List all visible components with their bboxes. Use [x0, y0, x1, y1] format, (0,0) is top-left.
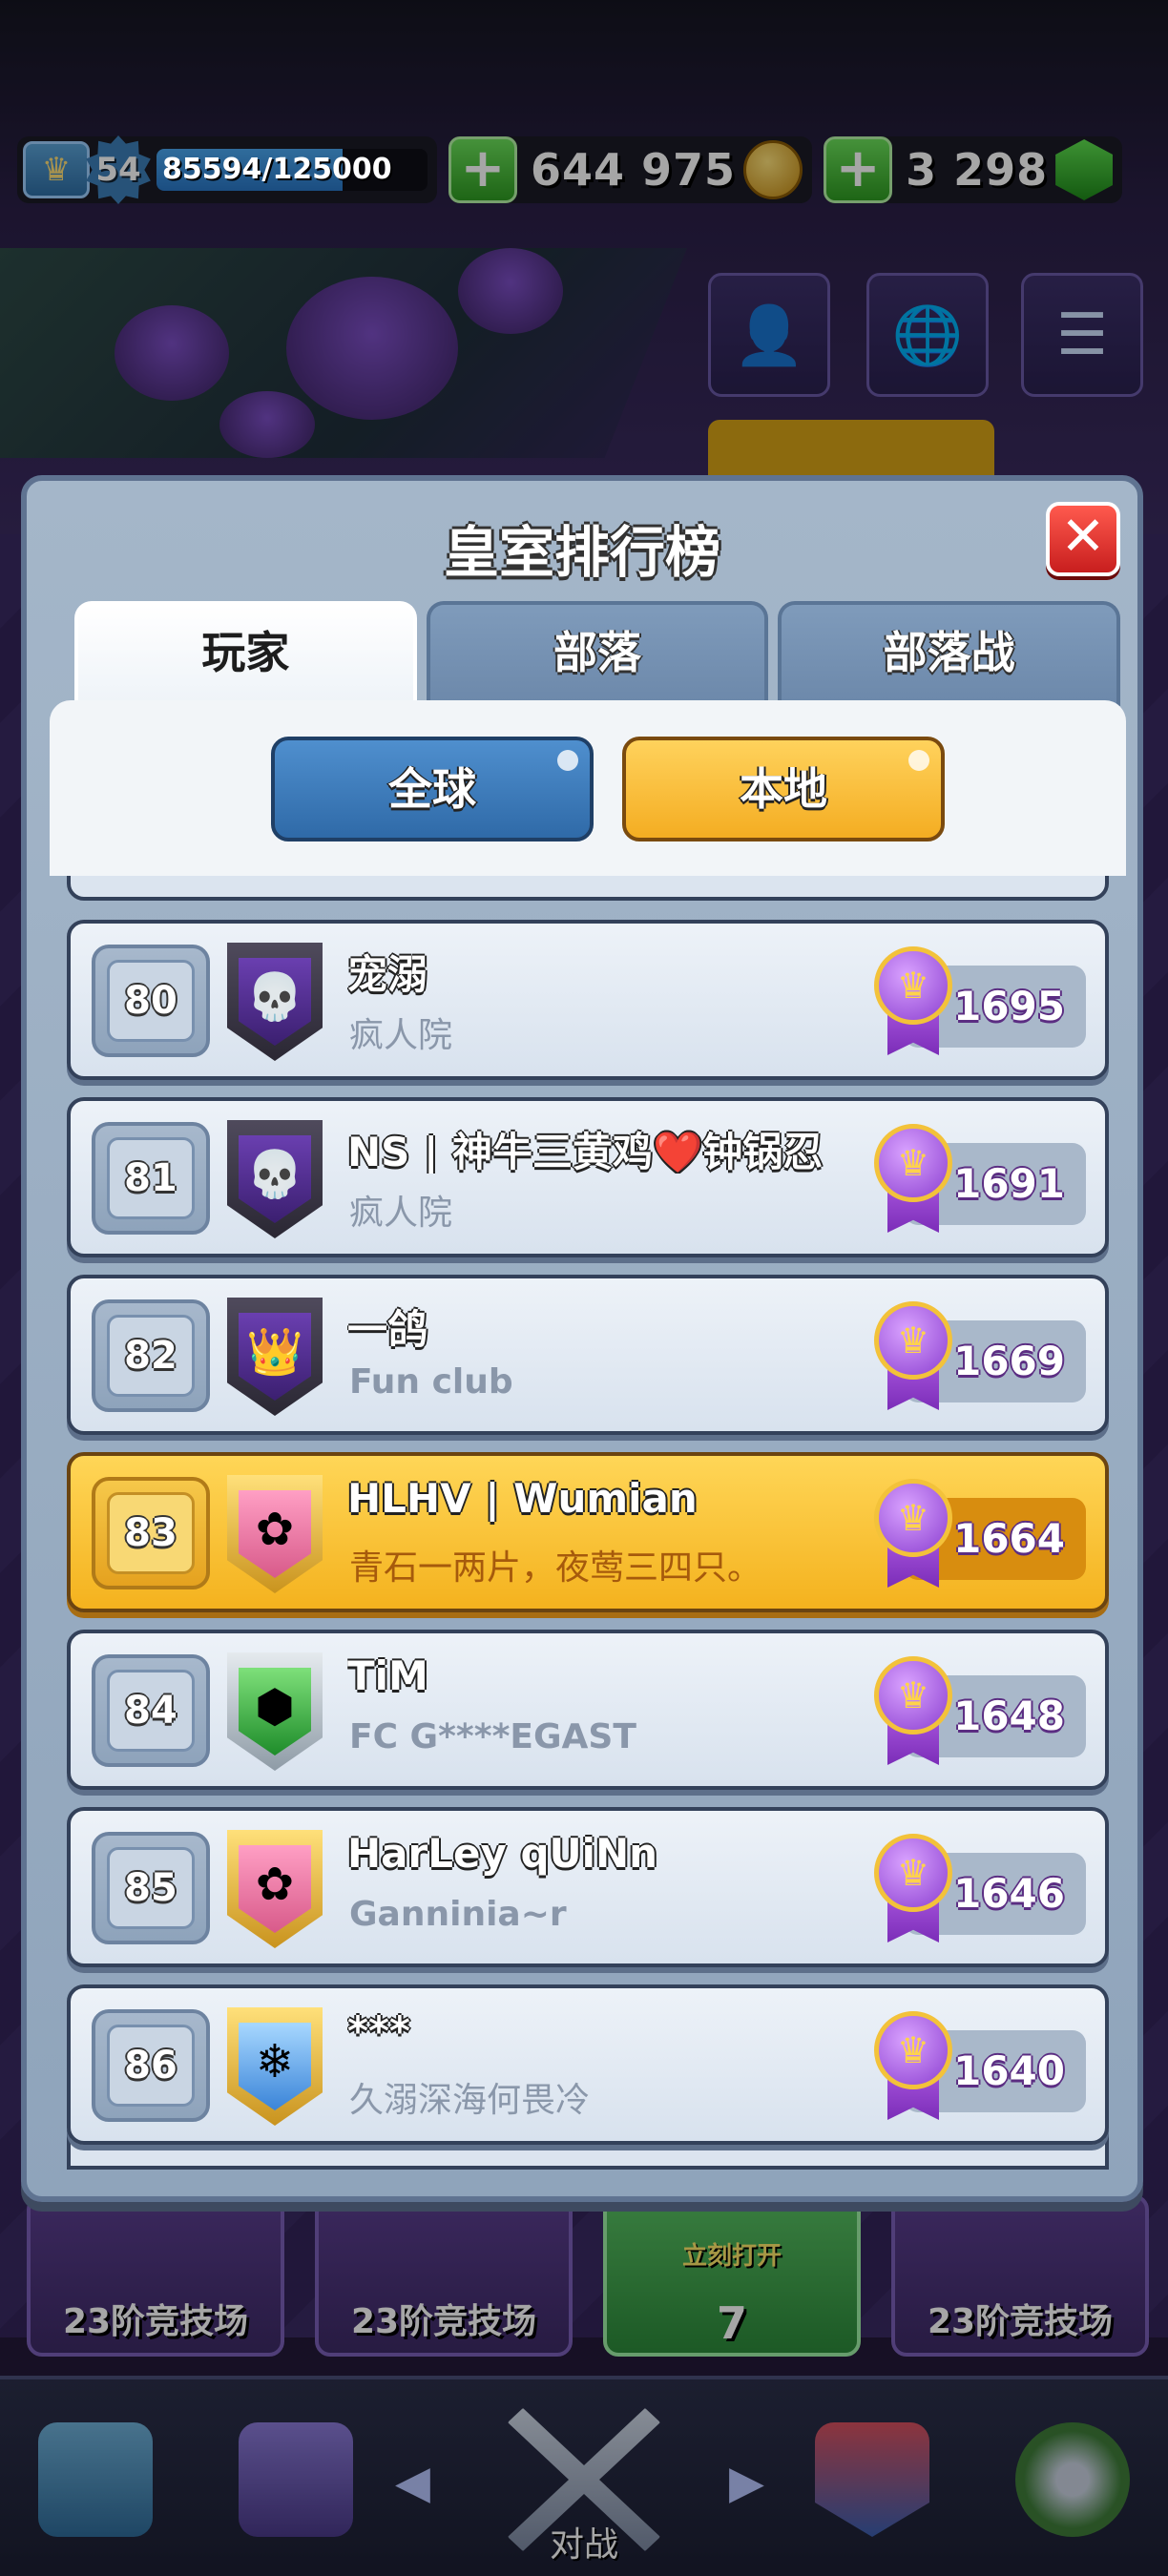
local-button[interactable]: 本地: [622, 737, 945, 841]
trophy-medal-icon: ♛: [874, 1124, 952, 1235]
clan-badge-icon: ✿: [227, 1475, 323, 1593]
clan-name: 疯人院: [349, 1016, 453, 1055]
trophy-medal-icon: ♛: [874, 2011, 952, 2122]
rank-number: 85: [107, 1847, 195, 1929]
clan-emblem-icon: ✿: [255, 1858, 295, 1911]
leaderboard-tabs: 玩家 部落 部落战: [74, 601, 1121, 706]
clan-name: 青石一两片，夜莺三四只。: [349, 1548, 762, 1588]
clan-emblem-icon: 👑: [246, 1325, 303, 1379]
clan-badge-icon: 👑: [227, 1298, 323, 1416]
rank-box: 83: [92, 1477, 210, 1589]
rank-box: 82: [92, 1299, 210, 1412]
rank-box: 86: [92, 2009, 210, 2122]
clan-name: 久溺深海何畏冷: [349, 2081, 591, 2120]
clan-emblem-icon: 💀: [246, 970, 303, 1024]
player-name: TiM: [347, 1652, 428, 1699]
trophy-medal-icon: ♛: [874, 1479, 952, 1589]
rank-box: 84: [92, 1654, 210, 1767]
rank-number: 82: [107, 1315, 195, 1397]
clan-badge-icon: ⬢: [227, 1652, 323, 1771]
xp-progress-bar: 85594/125000: [156, 149, 428, 191]
player-name: 宠溺: [347, 951, 428, 996]
leaderboard-row[interactable]: 86 ❄ *** 久溺深海何畏冷 1640 ♛: [67, 1984, 1109, 2145]
clan-name: Ganninia~r: [349, 1895, 567, 1934]
clan-badge-inner: ✿: [239, 1845, 311, 1933]
medal-crown-icon: ♛: [874, 1656, 952, 1735]
rank-number: 81: [107, 1137, 195, 1219]
close-button[interactable]: ✕: [1046, 502, 1120, 576]
clan-badge-inner: 💀: [239, 958, 311, 1046]
button-shine: [908, 750, 929, 771]
clan-name: 疯人院: [349, 1194, 453, 1233]
clan-badge-icon: 💀: [227, 943, 323, 1061]
clan-badge-inner: 💀: [239, 1135, 311, 1223]
local-button-label: 本地: [740, 763, 827, 815]
clan-name: FC G****EGAST: [349, 1717, 636, 1756]
clan-name: Fun club: [349, 1362, 513, 1402]
player-name: NS | 神牛三黄鸡❤️钟锅忍: [347, 1129, 824, 1174]
button-shine: [557, 750, 578, 771]
medal-crown-icon: ♛: [874, 1479, 952, 1557]
clan-emblem-icon: 💀: [246, 1148, 303, 1201]
player-name: ***: [347, 2007, 410, 2054]
medal-crown-icon: ♛: [874, 1124, 952, 1202]
player-name: HarLey qUiNn: [347, 1830, 658, 1877]
rank-number: 86: [107, 2025, 195, 2107]
trophy-medal-icon: ♛: [874, 1301, 952, 1412]
tab-clan-wars[interactable]: 部落战: [778, 601, 1121, 706]
clan-emblem-icon: ✿: [255, 1503, 295, 1556]
partial-row-above: [67, 876, 1109, 901]
close-icon: ✕: [1060, 506, 1106, 568]
clan-badge-inner: ✿: [239, 1490, 311, 1578]
xp-progress-text: 85594/125000: [162, 153, 392, 186]
leaderboard-row[interactable]: 80 💀 宠溺 疯人院 1695 ♛: [67, 920, 1109, 1080]
rank-number: 80: [107, 960, 195, 1042]
royale-leaderboard-dialog: 皇室排行榜 ✕ 玩家 部落 部落战 全球 本地 80 💀 宠溺 疯人院 1695…: [21, 475, 1143, 2202]
clan-badge-icon: 💀: [227, 1120, 323, 1238]
medal-crown-icon: ♛: [874, 2011, 952, 2089]
leaderboard-row[interactable]: 82 👑 一鸽 Fun club 1669 ♛: [67, 1275, 1109, 1435]
rank-box: 85: [92, 1832, 210, 1944]
trophy-medal-icon: ♛: [874, 1834, 952, 1944]
rank-number: 83: [107, 1492, 195, 1574]
tab-clans[interactable]: 部落: [426, 601, 769, 706]
medal-crown-icon: ♛: [874, 1834, 952, 1912]
medal-crown-icon: ♛: [874, 1301, 952, 1380]
player-name: 一鸽: [347, 1306, 428, 1351]
leaderboard-list[interactable]: 80 💀 宠溺 疯人院 1695 ♛ 81 💀 NS | 神牛三黄鸡❤️钟锅忍 …: [27, 876, 1137, 2173]
global-button[interactable]: 全球: [271, 737, 594, 841]
tab-players[interactable]: 玩家: [74, 601, 417, 706]
leaderboard-row[interactable]: 85 ✿ HarLey qUiNn Ganninia~r 1646 ♛: [67, 1807, 1109, 1967]
leaderboard-row[interactable]: 83 ✿ HLHV | Wumian 青石一两片，夜莺三四只。 1664 ♛: [67, 1452, 1109, 1612]
trophy-medal-icon: ♛: [874, 946, 952, 1057]
global-button-label: 全球: [388, 763, 476, 815]
medal-crown-icon: ♛: [874, 946, 952, 1025]
clan-badge-inner: ⬢: [239, 1668, 311, 1755]
leaderboard-row[interactable]: 84 ⬢ TiM FC G****EGAST 1648 ♛: [67, 1630, 1109, 1790]
rank-number: 84: [107, 1670, 195, 1752]
rank-box: 80: [92, 945, 210, 1057]
scope-selector: 全球 本地: [50, 700, 1126, 876]
player-name: HLHV | Wumian: [347, 1475, 698, 1522]
leaderboard-row[interactable]: 81 💀 NS | 神牛三黄鸡❤️钟锅忍 疯人院 1691 ♛: [67, 1097, 1109, 1257]
clan-badge-icon: ❄: [227, 2007, 323, 2126]
clan-badge-inner: ❄: [239, 2023, 311, 2110]
clan-emblem-icon: ❄: [255, 2035, 295, 2088]
trophy-medal-icon: ♛: [874, 1656, 952, 1767]
rank-box: 81: [92, 1122, 210, 1235]
clan-badge-inner: 👑: [239, 1313, 311, 1401]
dialog-title: 皇室排行榜: [443, 520, 720, 585]
clan-badge-icon: ✿: [227, 1830, 323, 1948]
clan-emblem-icon: ⬢: [255, 1680, 295, 1734]
